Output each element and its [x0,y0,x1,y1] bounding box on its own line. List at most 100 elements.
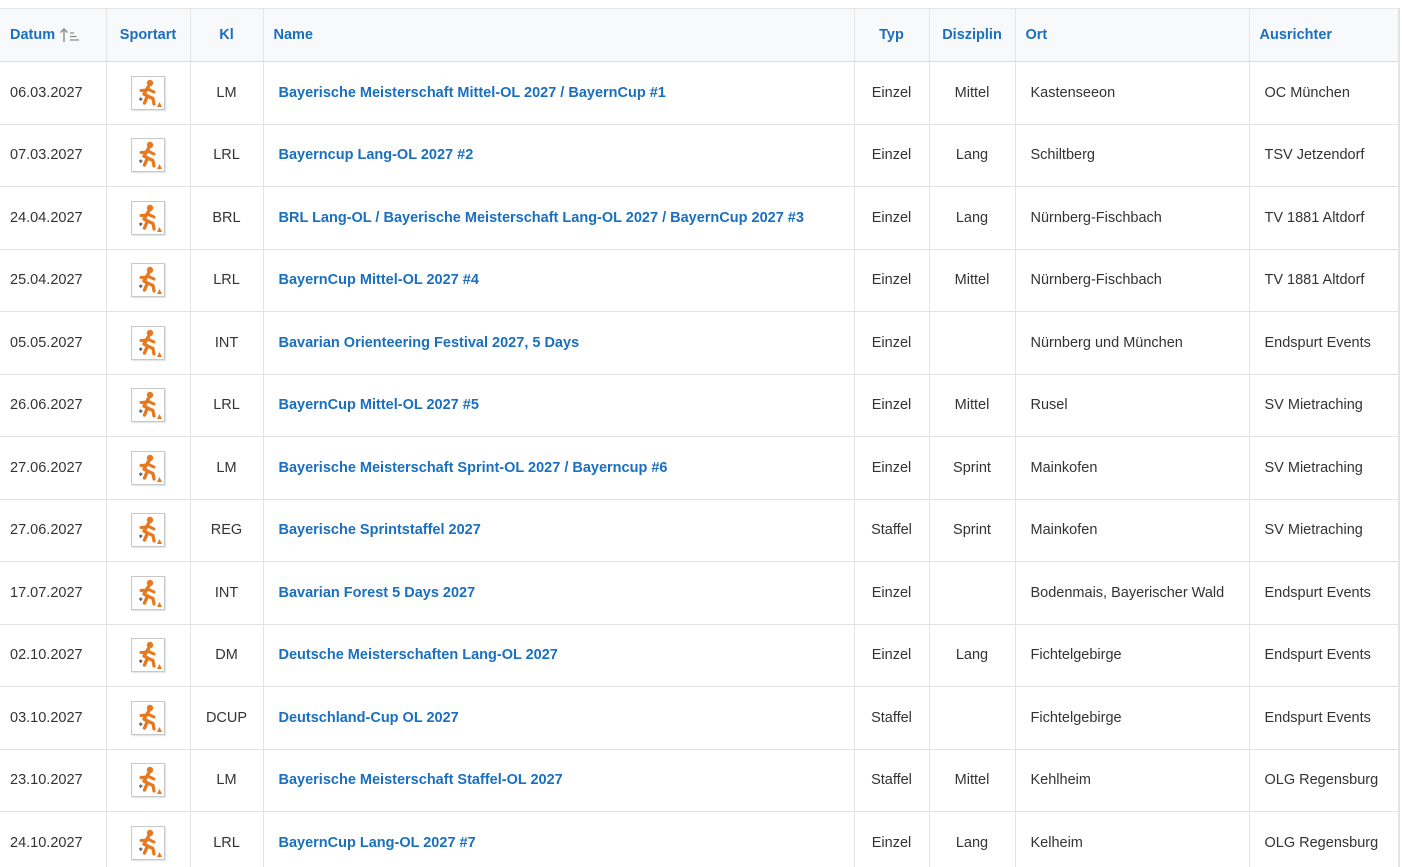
event-name-link[interactable]: BayernCup Mittel-OL 2027 #5 [279,397,479,413]
event-name-link[interactable]: BRL Lang-OL / Bayerische Meisterschaft L… [279,210,804,226]
event-organizer: Endspurt Events [1264,709,1371,726]
cell-typ: Einzel [854,624,930,687]
event-class: DM [215,647,238,664]
event-name-link[interactable]: Bayerische Meisterschaft Mittel-OL 2027 … [279,85,666,101]
event-organizer: Endspurt Events [1264,334,1371,351]
event-name-link[interactable]: BayernCup Mittel-OL 2027 #4 [279,272,479,288]
cell-name: Bavarian Orienteering Festival 2027, 5 D… [263,311,855,375]
column-header-name[interactable]: Name [263,8,855,62]
event-date: 25.04.2027 [10,272,83,289]
cell-kl: DM [190,624,264,687]
cell-typ: Einzel [854,124,930,187]
event-date: 03.10.2027 [10,709,83,726]
cell-disziplin: Sprint [929,499,1016,562]
event-type: Einzel [871,84,912,101]
event-class: LRL [213,834,240,851]
cell-datum: 26.06.2027 [0,374,107,437]
table-row: 27.06.2027 REG Bayerische Sprintstaffel … [0,499,1400,562]
event-name-link[interactable]: Bavarian Orienteering Festival 2027, 5 D… [279,335,580,351]
sort-ascending-icon[interactable] [59,27,81,43]
event-discipline: Mittel [954,84,990,101]
table-header: Datum Sportart Kl Name Typ Disziplin Ort… [0,8,1400,62]
event-name-link[interactable]: Deutschland-Cup OL 2027 [279,710,459,726]
event-location: Fichtelgebirge [1030,709,1122,726]
cell-ort: Nürnberg-Fischbach [1015,249,1250,312]
event-discipline: Lang [955,834,989,851]
cell-ort: Kehlheim [1015,749,1250,812]
cell-kl: DCUP [190,686,264,750]
cell-typ: Einzel [854,436,930,500]
cell-name: BayernCup Mittel-OL 2027 #4 [263,249,855,312]
cell-datum: 23.10.2027 [0,749,107,812]
column-header-ausrichter[interactable]: Ausrichter [1249,8,1400,62]
cell-name: Bayerncup Lang-OL 2027 #2 [263,124,855,187]
cell-ausrichter: TV 1881 Altdorf [1249,186,1400,250]
event-organizer: SV Mietraching [1264,522,1363,539]
cell-typ: Einzel [854,186,930,250]
cell-kl: REG [190,499,264,562]
event-date: 27.06.2027 [10,522,83,539]
cell-ausrichter: TV 1881 Altdorf [1249,249,1400,312]
cell-name: Deutschland-Cup OL 2027 [263,686,855,750]
event-location: Rusel [1030,397,1068,414]
cell-ausrichter: SV Mietraching [1249,374,1400,437]
cell-sportart [106,436,191,500]
table-row: 23.10.2027 LM Bayerische Meisterschaft S… [0,749,1400,812]
orienteering-runner-icon [131,575,165,610]
cell-ort: Kastenseeon [1015,61,1250,125]
cell-ausrichter: OC München [1249,61,1400,125]
table-row: 24.10.2027 LRL BayernCup Lang-OL 2027 #7… [0,811,1400,867]
column-header-typ[interactable]: Typ [854,8,930,62]
cell-disziplin: Lang [929,124,1016,187]
column-header-disziplin[interactable]: Disziplin [929,8,1016,62]
event-discipline: Lang [955,209,989,226]
event-name-link[interactable]: Bayerische Meisterschaft Sprint-OL 2027 … [279,460,668,476]
table-row: 02.10.2027 DM Deutsche Meisterschaften L… [0,624,1400,687]
column-header-kl[interactable]: Kl [190,8,264,62]
event-date: 24.10.2027 [10,834,83,851]
event-class: LM [216,84,237,101]
cell-ort: Mainkofen [1015,436,1250,500]
cell-disziplin: Mittel [929,61,1016,125]
event-type: Einzel [871,834,912,851]
cell-ausrichter: OLG Regensburg [1249,749,1400,812]
event-location: Kehlheim [1030,772,1091,789]
orienteering-runner-icon [131,138,165,173]
column-header-typ-label: Typ [879,27,904,43]
event-name-link[interactable]: Deutsche Meisterschaften Lang-OL 2027 [279,647,558,663]
event-name-link[interactable]: Bayerische Meisterschaft Staffel-OL 2027 [279,772,563,788]
event-date: 23.10.2027 [10,772,83,789]
table-row: 06.03.2027 LM Bayerische Meisterschaft M… [0,61,1400,125]
column-header-sportart[interactable]: Sportart [106,8,191,62]
column-header-ort[interactable]: Ort [1015,8,1250,62]
event-class: INT [214,334,239,351]
event-name-link[interactable]: Bavarian Forest 5 Days 2027 [279,585,476,601]
event-discipline: Mittel [954,272,990,289]
cell-name: Bavarian Forest 5 Days 2027 [263,561,855,625]
cell-datum: 24.04.2027 [0,186,107,250]
event-name-link[interactable]: BayernCup Lang-OL 2027 #7 [279,835,476,851]
event-class: REG [210,522,243,539]
event-name-link[interactable]: Bayerncup Lang-OL 2027 #2 [279,147,474,163]
column-header-datum[interactable]: Datum [0,8,107,62]
column-header-ort-label: Ort [1025,27,1048,43]
event-type: Einzel [871,334,912,351]
cell-kl: LRL [190,124,264,187]
cell-ort: Rusel [1015,374,1250,437]
cell-name: Bayerische Meisterschaft Staffel-OL 2027 [263,749,855,812]
cell-name: Bayerische Meisterschaft Sprint-OL 2027 … [263,436,855,500]
event-name-link[interactable]: Bayerische Sprintstaffel 2027 [279,522,481,538]
cell-typ: Einzel [854,561,930,625]
event-discipline: Sprint [953,459,991,476]
cell-datum: 07.03.2027 [0,124,107,187]
table-row: 05.05.2027 INT Bavarian Orienteering Fes… [0,311,1400,375]
cell-sportart [106,124,191,187]
cell-datum: 05.05.2027 [0,311,107,375]
orienteering-runner-icon [131,200,165,235]
event-location: Fichtelgebirge [1030,647,1122,664]
cell-ort: Mainkofen [1015,499,1250,562]
event-organizer: SV Mietraching [1264,459,1363,476]
cell-ort: Nürnberg und München [1015,311,1250,375]
event-date: 24.04.2027 [10,209,83,226]
cell-datum: 27.06.2027 [0,499,107,562]
